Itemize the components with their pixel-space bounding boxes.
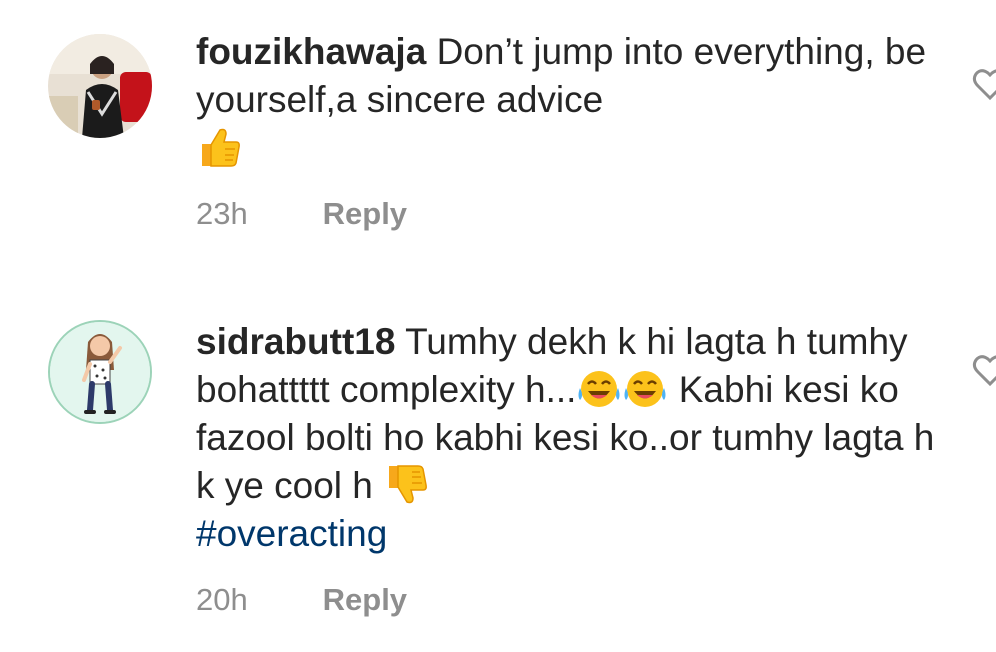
thumbs-down-icon bbox=[383, 462, 429, 508]
comment-meta: 20h Reply bbox=[196, 582, 407, 618]
comment-timestamp: 20h bbox=[196, 582, 248, 617]
hashtag-link[interactable]: #overacting bbox=[196, 513, 387, 554]
thumbs-up-icon bbox=[196, 124, 242, 170]
heart-icon[interactable] bbox=[970, 350, 996, 390]
comment-text: sidrabutt18 Tumhy dekh k hi lagta h tumh… bbox=[196, 318, 936, 558]
comment-meta: 23h Reply bbox=[196, 196, 407, 232]
reply-button[interactable]: Reply bbox=[323, 582, 407, 617]
comment-username[interactable]: sidrabutt18 bbox=[196, 321, 395, 362]
comment-item: sidrabutt18 Tumhy dekh k hi lagta h tumh… bbox=[0, 292, 996, 652]
avatar[interactable] bbox=[48, 34, 152, 138]
tears-of-joy-icon bbox=[622, 366, 668, 412]
comment-item: fouzikhawaja Don’t jump into everything,… bbox=[0, 0, 996, 260]
heart-icon[interactable] bbox=[970, 64, 996, 104]
comment-timestamp: 23h bbox=[196, 196, 248, 231]
comment-username[interactable]: fouzikhawaja bbox=[196, 31, 426, 72]
avatar[interactable] bbox=[48, 320, 152, 424]
comment-text: fouzikhawaja Don’t jump into everything,… bbox=[196, 28, 936, 172]
tears-of-joy-icon bbox=[576, 366, 622, 412]
reply-button[interactable]: Reply bbox=[323, 196, 407, 231]
